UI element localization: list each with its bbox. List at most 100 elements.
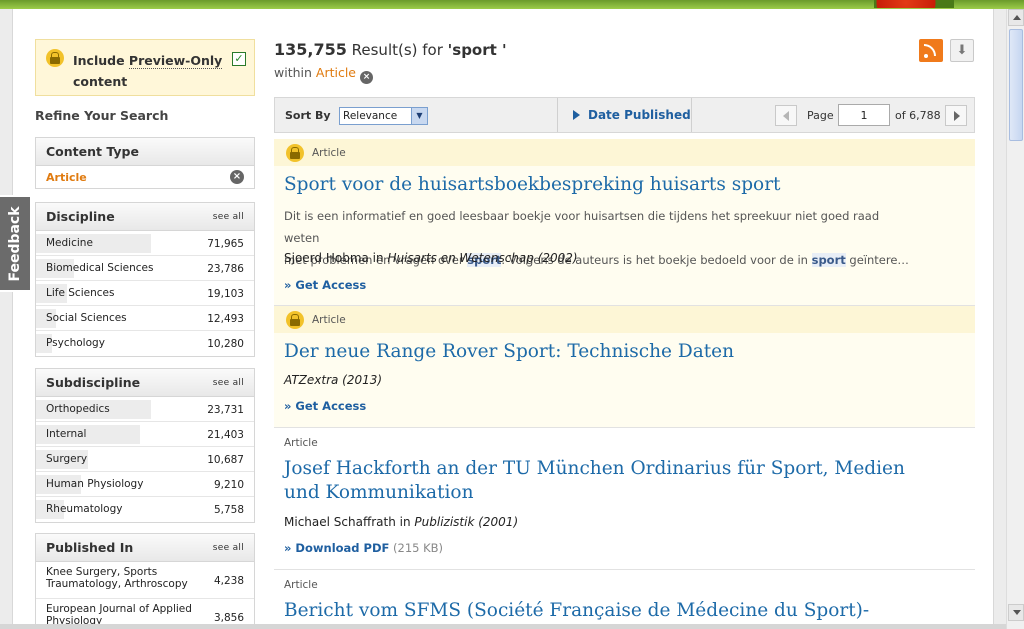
facet-item-label: Orthopedics <box>46 403 110 415</box>
see-all-link[interactable]: see all <box>213 378 244 388</box>
facet-item-label: Human Physiology <box>46 478 144 490</box>
preview-only-label: Include Preview-Only content <box>73 53 223 89</box>
banner-image <box>874 0 954 8</box>
horizontal-scrollbar[interactable] <box>0 624 1006 629</box>
page-number-input[interactable]: 1 <box>838 104 890 126</box>
refine-title: Refine Your Search <box>35 108 169 123</box>
see-all-link[interactable]: see all <box>213 543 244 553</box>
facet-item-label: Internal <box>46 428 87 440</box>
result-author[interactable]: Sjoerd Hobma <box>284 251 369 265</box>
preview-only-checkbox[interactable]: ✓ <box>232 52 246 66</box>
facet-item-count: 9,210 <box>213 479 244 491</box>
facet-item[interactable]: Knee Surgery, Sports Traumatology, Arthr… <box>36 562 254 599</box>
facet-header: Published In see all <box>36 534 254 562</box>
result-title[interactable]: Josef Hackforth an der TU München Ordina… <box>284 457 905 505</box>
download-pdf-link[interactable]: » Download PDF (215 KB) <box>284 541 443 555</box>
within-filter: within Article × <box>274 65 373 84</box>
facet-item-count: 10,280 <box>207 338 244 350</box>
facet-item-label: Medicine <box>46 237 93 249</box>
result-byline: Michael Schaffrath in Publizistik (2001) <box>284 515 519 529</box>
result-title[interactable]: Bericht vom SFMS (Société Française de M… <box>284 599 869 623</box>
page-content: Include Preview-Only content ✓ Refine Yo… <box>12 9 994 629</box>
facet-item-count: 10,687 <box>207 454 244 466</box>
facet-subdiscipline: Subdiscipline see all Orthopedics 23,731 I… <box>35 368 255 523</box>
download-icon[interactable]: ⬇ <box>950 39 974 62</box>
prev-page-button[interactable] <box>775 105 797 126</box>
facet-item-count: 4,238 <box>213 575 244 587</box>
scroll-up-icon[interactable] <box>1008 9 1024 26</box>
facet-item[interactable]: Social Sciences 12,493 <box>36 306 254 331</box>
result-item: Article Josef Hackforth an der TU Münche… <box>274 428 975 570</box>
sort-select[interactable]: Relevance ▼ <box>339 107 428 125</box>
facet-item-count: 12,493 <box>207 313 244 325</box>
browser-top-strip <box>0 0 1024 9</box>
facet-item-label: Knee Surgery, Sports Traumatology, Arthr… <box>46 566 188 590</box>
facet-item[interactable]: Surgery 10,687 <box>36 447 254 472</box>
result-title[interactable]: Sport voor de huisartsboekbespreking hui… <box>284 173 780 197</box>
facet-item-count: 3,856 <box>213 612 244 624</box>
preview-only-link[interactable]: Preview-Only <box>128 53 223 69</box>
sort-toolbar: Sort By Relevance ▼ Date Published Page … <box>274 97 975 133</box>
result-item: Article Sport voor de huisartsboekbespre… <box>274 139 975 306</box>
remove-filter-icon[interactable]: × <box>230 170 244 184</box>
results-summary: 135,755 Result(s) for 'sport ' <box>274 40 507 59</box>
facet-item[interactable]: Rheumatology 5,758 <box>36 497 254 522</box>
facet-item[interactable]: Human Physiology 9,210 <box>36 472 254 497</box>
result-type: Article <box>284 579 318 591</box>
sort-by-label: Sort By <box>285 109 331 122</box>
result-byline: ATZextra (2013) <box>284 373 382 387</box>
facet-title: Subdiscipline <box>46 375 141 390</box>
result-byline: Sjoerd Hobma in Huisarts en Wetenschap (… <box>284 251 578 265</box>
scrollbar-thumb[interactable] <box>1009 29 1023 141</box>
facet-content-type: Content Type Article × <box>35 137 255 189</box>
results-count: 135,755 <box>274 40 347 59</box>
facet-item[interactable]: Life Sciences 19,103 <box>36 281 254 306</box>
facet-item-count: 19,103 <box>207 288 244 300</box>
facet-item-label: Psychology <box>46 337 105 349</box>
get-access-link[interactable]: » Get Access <box>284 278 366 292</box>
result-journal[interactable]: Publizistik (2001) <box>414 515 518 529</box>
facet-list: Orthopedics 23,731 Internal 21,403 Surgery 10… <box>36 397 254 522</box>
facet-item-count: 23,786 <box>207 263 244 275</box>
facet-title: Published In <box>46 540 134 555</box>
facet-item[interactable]: Psychology 10,280 <box>36 331 254 356</box>
facet-item-label: Life Sciences <box>46 287 115 299</box>
result-type: Article <box>284 437 318 449</box>
facet-item-count: 23,731 <box>207 404 244 416</box>
get-access-link[interactable]: » Get Access <box>284 399 366 413</box>
see-all-link[interactable]: see all <box>213 212 244 222</box>
facet-list: Medicine 71,965 Biomedical Sciences 23,786 L… <box>36 231 254 356</box>
facet-header: Subdiscipline see all <box>36 369 254 397</box>
facet-item[interactable]: Medicine 71,965 <box>36 231 254 256</box>
facet-item[interactable]: Biomedical Sciences 23,786 <box>36 256 254 281</box>
file-size: (215 KB) <box>389 541 444 555</box>
search-query: 'sport ' <box>447 41 507 59</box>
lock-icon <box>46 49 64 67</box>
facet-item-count: 21,403 <box>207 429 244 441</box>
result-type: Article <box>312 314 346 326</box>
remove-filter-icon[interactable]: × <box>360 71 373 84</box>
facet-title: Discipline <box>46 209 115 224</box>
facet-discipline: Discipline see all Medicine 71,965 Biomedi… <box>35 202 255 357</box>
result-title[interactable]: Der neue Range Rover Sport: Technische D… <box>284 340 734 364</box>
content-type-value: Article <box>46 171 87 184</box>
rss-feed-icon[interactable] <box>919 39 943 62</box>
result-journal[interactable]: Huisarts en Wetenschap (2002) <box>387 251 577 265</box>
within-filter-value[interactable]: Article <box>316 65 356 80</box>
facet-list: Knee Surgery, Sports Traumatology, Arthr… <box>36 562 254 629</box>
facet-item[interactable]: Internal 21,403 <box>36 422 254 447</box>
result-item: Article Der neue Range Rover Sport: Tech… <box>274 306 975 428</box>
result-journal[interactable]: ATZextra (2013) <box>284 373 382 387</box>
scroll-down-icon[interactable] <box>1008 604 1024 621</box>
date-published-toggle[interactable]: Date Published <box>573 108 691 122</box>
result-author[interactable]: Michael Schaffrath <box>284 515 396 529</box>
lock-icon <box>286 311 304 329</box>
vertical-scrollbar[interactable] <box>1006 9 1024 629</box>
page-label: Page <box>807 109 834 122</box>
feedback-tab[interactable]: Feedback <box>0 195 32 292</box>
result-item: Article Bericht vom SFMS (Société França… <box>274 570 975 629</box>
facet-item[interactable]: Orthopedics 23,731 <box>36 397 254 422</box>
next-page-button[interactable] <box>945 105 967 126</box>
result-type: Article <box>312 147 346 159</box>
facet-header: Content Type <box>36 138 254 166</box>
